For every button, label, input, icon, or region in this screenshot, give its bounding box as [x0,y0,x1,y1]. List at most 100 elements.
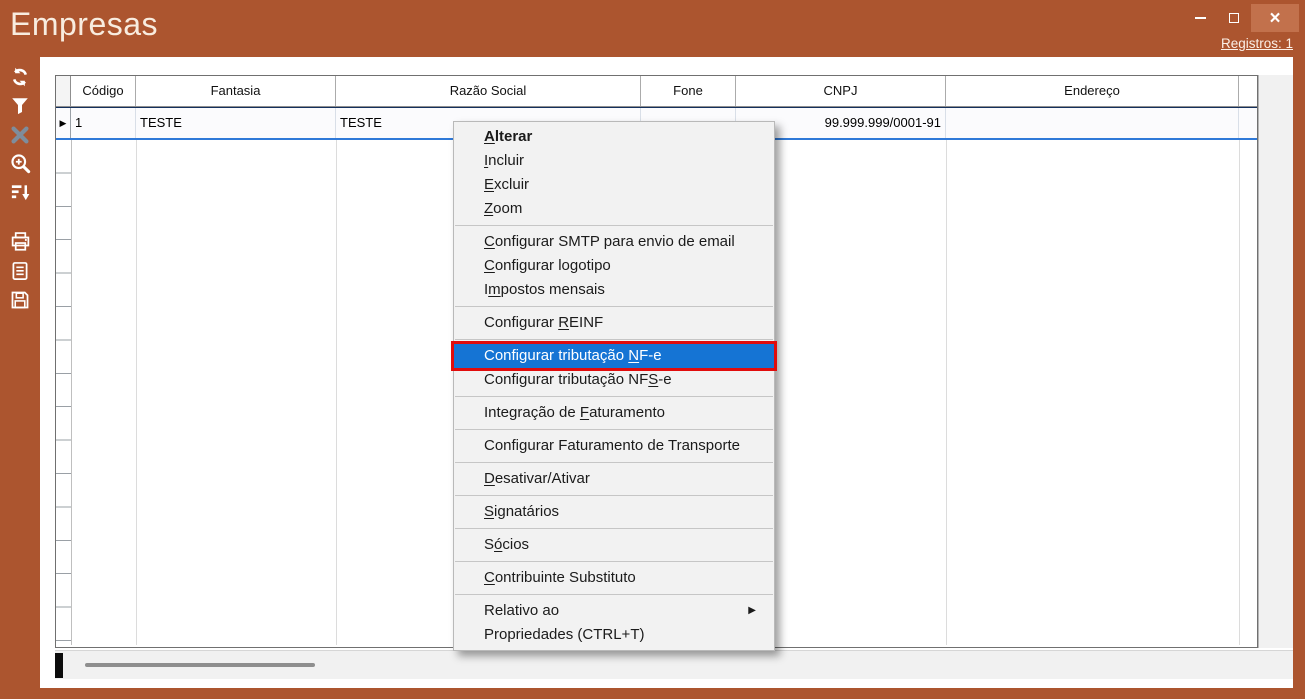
grid-column-line [136,107,137,645]
clear-filter-icon [9,124,31,146]
menu-item-impostos-mensais[interactable]: Impostos mensais [454,278,774,302]
menu-item-label: Configurar Faturamento de Transporte [484,437,740,454]
menu-item-label: Contribuinte Substituto [484,569,636,586]
menu-item-label: Excluir [484,176,529,193]
menu-item-socios[interactable]: Sócios [454,533,774,557]
menu-item-excluir[interactable]: Excluir [454,173,774,197]
column-header-cnpj[interactable]: CNPJ [736,76,946,106]
app-window: Empresas × Registros: 1 CódigoFantasiaRa… [0,0,1305,699]
horizontal-scrollbar[interactable] [55,650,1293,679]
close-button[interactable]: × [1251,4,1299,32]
menu-item-label: Configurar tributação NF-e [484,347,662,364]
grid-header: CódigoFantasiaRazão SocialFoneCNPJEndere… [56,76,1258,107]
menu-separator [455,528,773,529]
menu-separator [455,396,773,397]
filter-button[interactable] [5,91,35,120]
zoom-record-icon [9,152,32,175]
hscroll-thumb[interactable] [85,663,315,667]
menu-item-label: Incluir [484,152,524,169]
column-header-codigo[interactable]: Código [71,76,136,106]
column-header-razao-social[interactable]: Razão Social [336,76,641,106]
menu-item-configurar-reinf[interactable]: Configurar REINF [454,311,774,335]
context-menu: Alterar Incluir Excluir Zoom Configurar SMTP… [453,121,775,651]
row-selector-column [56,140,71,647]
menu-item-label: Signatários [484,503,559,520]
menu-separator [455,339,773,340]
menu-item-label: Configurar REINF [484,314,603,331]
menu-separator [455,225,773,226]
zoom-record-button[interactable] [5,149,35,178]
clear-filter-button[interactable] [5,120,35,149]
menu-item-label: Impostos mensais [484,281,605,298]
save-button[interactable] [5,285,35,314]
minimize-icon [1195,17,1206,19]
sort-button[interactable] [5,178,35,207]
menu-item-propriedades-ctrl-t[interactable]: Propriedades (CTRL+T) [454,623,774,647]
menu-separator [455,462,773,463]
column-header-ba[interactable]: Ba [1239,76,1258,106]
grid-column-line [336,107,337,645]
menu-item-label: Propriedades (CTRL+T) [484,626,644,643]
menu-separator [455,495,773,496]
minimize-button[interactable] [1183,4,1217,32]
sort-icon [9,181,32,204]
close-icon: × [1269,9,1280,28]
menu-item-label: Desativar/Ativar [484,470,590,487]
cell-codigo[interactable]: 1 [71,108,136,138]
menu-item-desativar-ativar[interactable]: Desativar/Ativar [454,467,774,491]
window-controls: × [1183,4,1299,32]
row-selector-header [56,76,71,106]
refresh-button[interactable] [5,62,35,91]
menu-item-label: Zoom [484,200,522,217]
menu-item-signatarios[interactable]: Signatários [454,500,774,524]
filter-icon [9,95,31,117]
menu-separator [455,306,773,307]
grid-column-line [1239,107,1240,645]
maximize-button[interactable] [1217,4,1251,32]
cell-fantasia[interactable]: TESTE [136,108,336,138]
column-header-fone[interactable]: Fone [641,76,736,106]
menu-item-contribuinte-substituto[interactable]: Contribuinte Substituto [454,566,774,590]
menu-item-incluir[interactable]: Incluir [454,149,774,173]
save-icon [9,289,31,311]
vertical-scrollbar[interactable] [1258,75,1293,648]
maximize-icon [1229,13,1239,23]
records-count-link[interactable]: Registros: 1 [1221,36,1293,51]
row-selector-cell[interactable]: ▶ [56,108,71,138]
menu-item-configurar-faturamento-de-transporte[interactable]: Configurar Faturamento de Transporte [454,434,774,458]
menu-item-label: Sócios [484,536,529,553]
window-titlebar: Empresas × Registros: 1 [0,0,1305,57]
refresh-icon [8,65,32,89]
cell-endereco[interactable] [946,108,1239,138]
menu-item-alterar[interactable]: Alterar [454,125,774,149]
menu-item-label: Alterar [484,128,532,145]
menu-item-label: Configurar SMTP para envio de email [484,233,735,250]
menu-item-integracao-de-faturamento[interactable]: Integração de Faturamento [454,401,774,425]
print-button[interactable] [5,227,35,256]
report-button[interactable] [5,256,35,285]
menu-separator [455,594,773,595]
menu-separator [455,561,773,562]
cell-ba[interactable] [1239,108,1258,138]
menu-item-configurar-smtp-para-envio-de-email[interactable]: Configurar SMTP para envio de email [454,230,774,254]
menu-item-label: Integração de Faturamento [484,404,665,421]
window-title: Empresas [10,6,158,43]
print-icon [9,230,32,253]
column-header-endereco[interactable]: Endereço [946,76,1239,106]
menu-item-label: Configurar logotipo [484,257,611,274]
menu-item-label: Relativo ao [484,602,559,619]
report-icon [9,260,31,282]
left-toolbar [0,57,40,688]
grid-column-line [946,107,947,645]
column-header-fantasia[interactable]: Fantasia [136,76,336,106]
hscroll-mark [55,653,63,678]
menu-separator [455,429,773,430]
submenu-arrow-icon: ▶ [748,599,756,623]
menu-item-label: Configurar tributação NFS-e [484,371,672,388]
grid-column-line [71,107,72,645]
menu-item-configurar-logotipo[interactable]: Configurar logotipo [454,254,774,278]
menu-item-configurar-tributacao-nfs-e[interactable]: Configurar tributação NFS-e [454,368,774,392]
menu-item-zoom[interactable]: Zoom [454,197,774,221]
menu-item-relativo-ao[interactable]: Relativo ao ▶ [454,599,774,623]
menu-item-configurar-tributacao-nf-e[interactable]: Configurar tributação NF-e [454,344,774,368]
